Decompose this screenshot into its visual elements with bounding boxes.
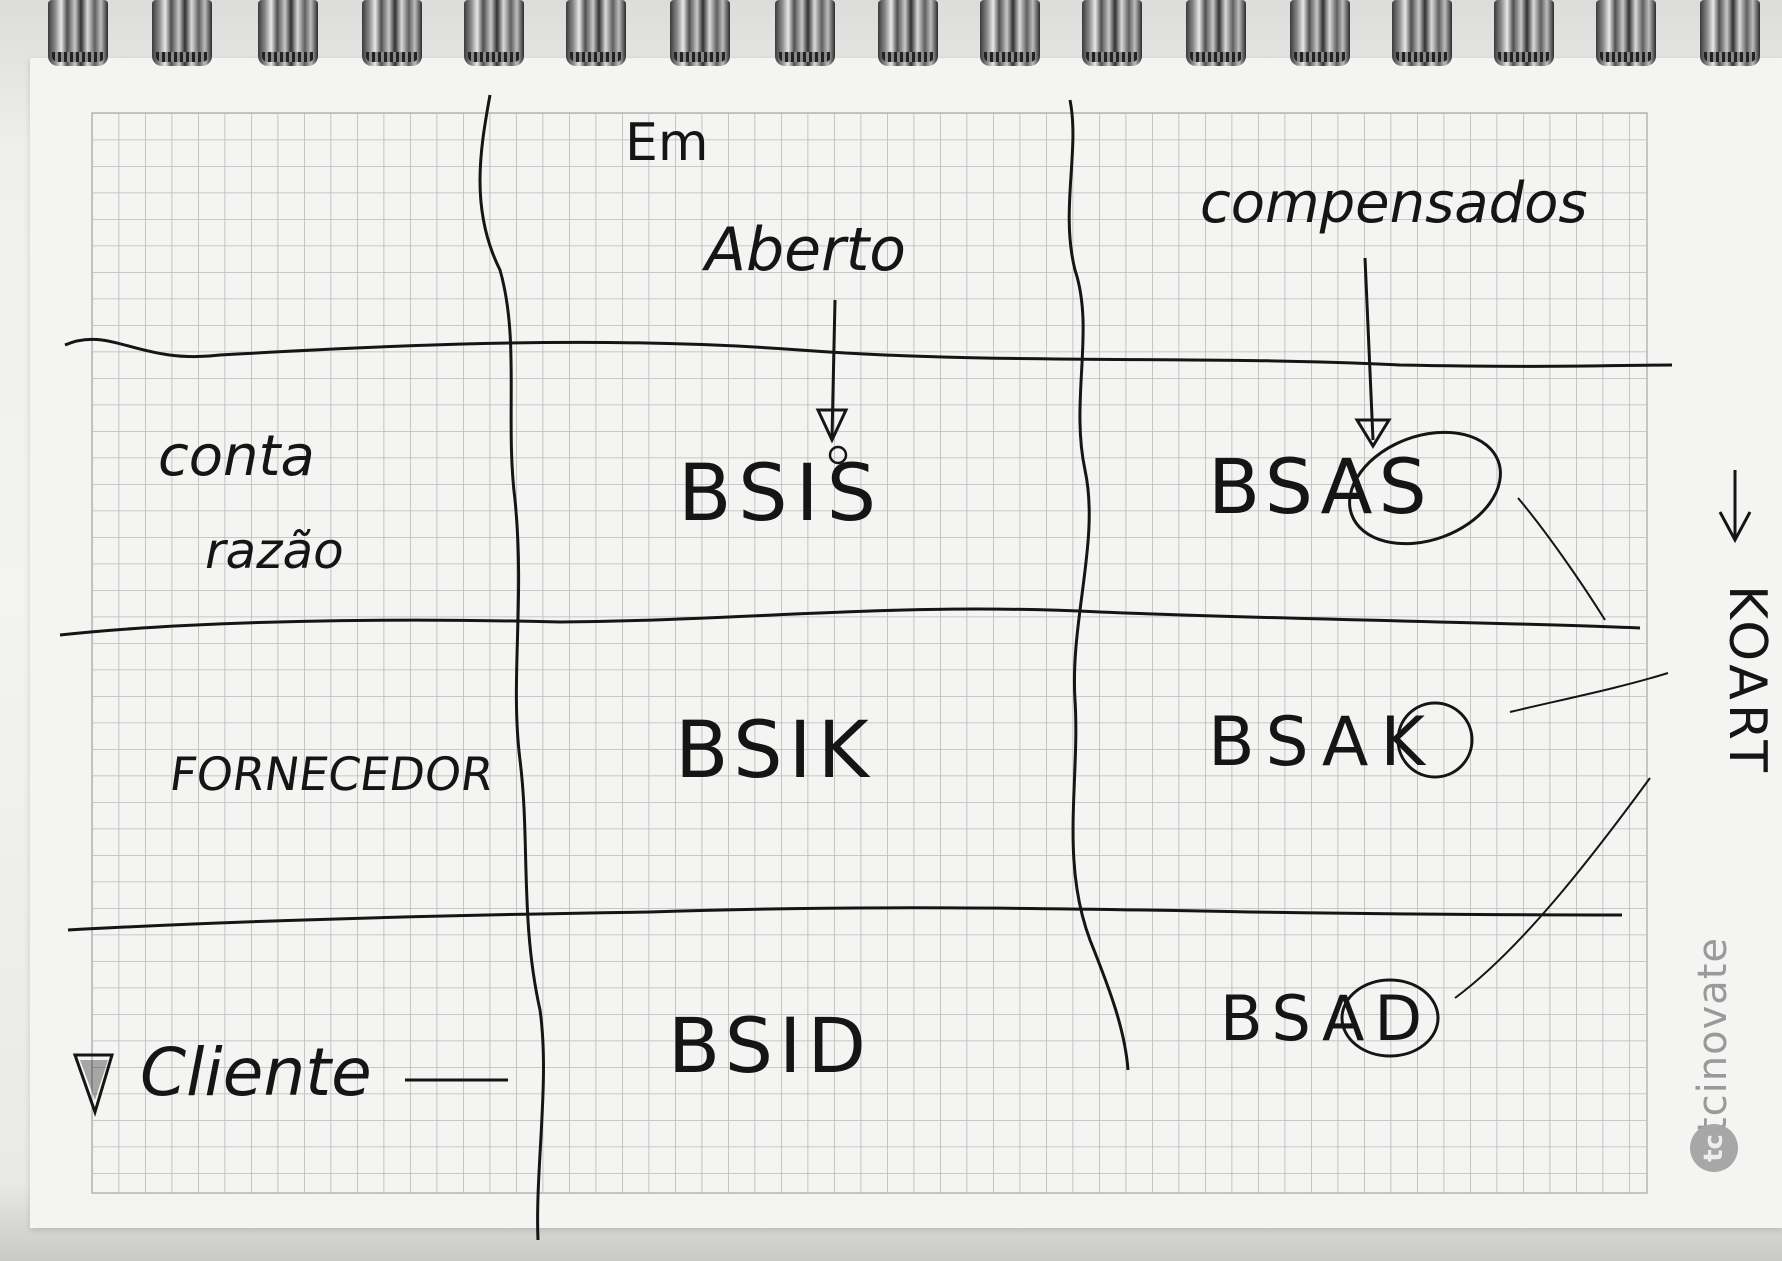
row-label-gl-line1: conta [158,424,315,489]
header-aberto: Aberto [701,215,906,285]
cell-open-gl: BSIS [678,449,884,539]
row-label-customer: Cliente [140,1034,372,1111]
header-em: Em [625,113,709,173]
logo-icon: tc [1690,1124,1738,1172]
cell-cleared-vendor: BSAK [1208,703,1437,782]
cell-cleared-customer: BSAD [1220,982,1432,1055]
arrow-down-icon [1718,470,1752,544]
header-compensados: compensados [1200,171,1588,236]
notebook-photo: Em Aberto compensados conta razão FORNEC… [0,0,1782,1261]
row-label-vendor: FORNECEDOR [166,747,496,801]
watermark-text: tcinovate [1690,936,1736,1134]
cell-open-vendor: BSIK [675,706,875,796]
brand-watermark: tcinovate tc [1678,900,1748,1172]
cell-open-customer: BSID [668,1001,872,1090]
handwritten-table: Em Aberto compensados conta razão FORNEC… [59,94,1777,1241]
side-note-koart: KOART [1717,585,1777,776]
row-label-gl-line2: razão [205,522,344,580]
cell-cleared-gl: BSAS [1208,442,1433,531]
